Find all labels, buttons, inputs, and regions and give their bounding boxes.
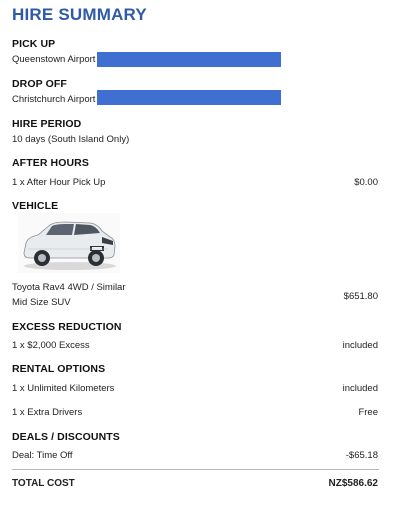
rental-options-heading: RENTAL OPTIONS bbox=[12, 363, 106, 375]
deal-item: Deal: Time Off bbox=[12, 450, 73, 461]
dropoff-redaction bbox=[97, 90, 281, 105]
pickup-redaction bbox=[97, 52, 281, 67]
after-hours-price: $0.00 bbox=[354, 177, 378, 188]
rental-option-label: 1 x Extra Drivers bbox=[12, 407, 83, 418]
dropoff-heading: DROP OFF bbox=[12, 78, 67, 90]
rental-option-label: 1 x Unlimited Kilometers bbox=[12, 383, 115, 394]
vehicle-price: $651.80 bbox=[343, 291, 378, 302]
total-divider bbox=[12, 469, 379, 470]
vehicle-heading: VEHICLE bbox=[12, 200, 59, 212]
rental-option-price: Free bbox=[358, 407, 378, 418]
hire-period-value: 10 days (South Island Only) bbox=[12, 134, 130, 145]
vehicle-category: Mid Size SUV bbox=[12, 297, 71, 308]
pickup-heading: PICK UP bbox=[12, 38, 56, 50]
total-label: TOTAL COST bbox=[12, 478, 75, 489]
excess-reduction-price: included bbox=[342, 340, 378, 351]
rental-option-price: included bbox=[342, 383, 378, 394]
excess-reduction-heading: EXCESS REDUCTION bbox=[12, 321, 122, 333]
vehicle-name: Toyota Rav4 4WD / Similar bbox=[12, 282, 126, 293]
page-title: HIRE SUMMARY bbox=[12, 5, 147, 24]
hire-period-heading: HIRE PERIOD bbox=[12, 118, 82, 130]
deals-heading: DEALS / DISCOUNTS bbox=[12, 431, 120, 443]
total-value: NZ$586.62 bbox=[328, 478, 378, 489]
deal-price: -$65.18 bbox=[345, 450, 378, 461]
pickup-location: Queenstown Airport bbox=[12, 54, 96, 65]
excess-reduction-item: 1 x $2,000 Excess bbox=[12, 340, 90, 351]
after-hours-heading: AFTER HOURS bbox=[12, 157, 89, 169]
after-hours-item: 1 x After Hour Pick Up bbox=[12, 177, 106, 188]
suv-car-icon bbox=[18, 213, 120, 273]
dropoff-location: Christchurch Airport bbox=[12, 94, 96, 105]
